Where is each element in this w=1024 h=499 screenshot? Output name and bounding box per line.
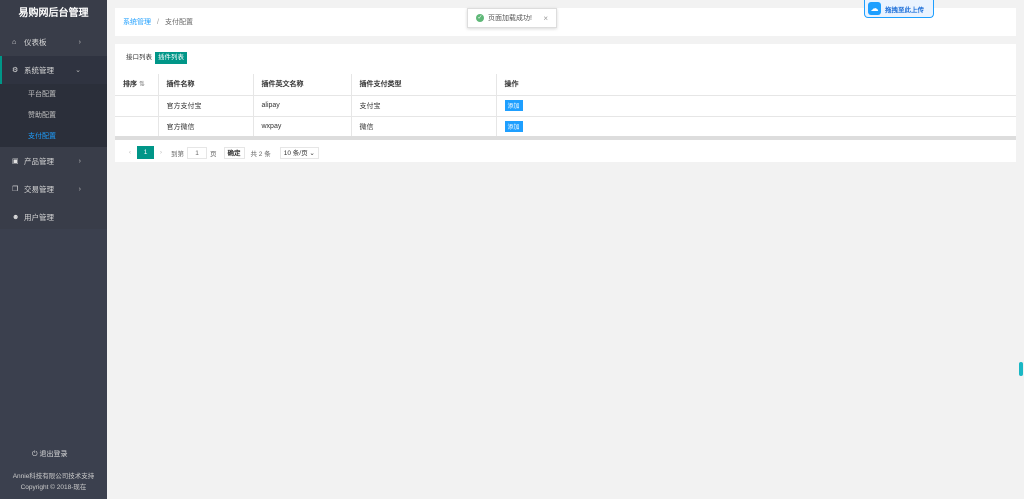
prev-page-icon[interactable]: ‹ [123,149,137,156]
users-icon: ☻ [12,213,20,221]
sidebar-item-system[interactable]: ⚙ 系统管理 ⌄ [0,56,107,84]
pagination: ‹ 1 › 到第 1 页 确定 共 2 条 10 条/页 ⌄ [123,146,319,159]
page-jump-input[interactable]: 1 [187,146,207,159]
sidebar-item-product[interactable]: ▣ 产品管理 › [0,147,107,175]
sidebar-item-label: 用户管理 [24,212,54,222]
cell-pay-type: 支付宝 [350,95,496,117]
page-size-select[interactable]: 10 条/页 ⌄ [279,146,319,159]
chevron-right-icon: › [78,38,81,46]
sort-arrows-icon[interactable]: ⇅ [139,81,145,88]
chevron-down-icon: ⌄ [309,149,315,157]
side-drawer-handle[interactable] [1019,362,1023,376]
sidebar-item-label: 仪表板 [24,37,47,47]
upload-label: 拖拽至此上传 [885,6,924,14]
tab-interface-list[interactable]: 接口列表 [123,52,155,64]
add-button[interactable]: 添加 [504,121,523,132]
submenu-item-sponsor[interactable]: 赞助配置 [0,105,107,126]
add-button[interactable]: 添加 [504,100,523,111]
chevron-down-icon: ⌄ [75,67,81,74]
gear-icon: ⚙ [12,67,19,74]
table-row: 官方支付宝 alipay 支付宝 添加 [115,95,1016,117]
page-number-current[interactable]: 1 [137,146,154,159]
cell-action: 添加 [495,95,1016,117]
home-icon: ⌂ [12,38,17,46]
logout-label: 退出登录 [39,451,68,458]
breadcrumb-separator: / [157,18,159,26]
sidebar-item-trade[interactable]: ❐ 交易管理 › [0,175,107,203]
submenu-item-payment[interactable]: 支付配置 [0,126,107,147]
table-row: 官方微信 wxpay 微信 添加 [115,116,1016,138]
cell-action: 添加 [495,116,1016,138]
brand-title: 易购网后台管理 [0,0,107,28]
cell-name: 官方支付宝 [157,95,253,117]
copyright-text: Copyright © 2018-现在 [20,484,87,491]
sidebar-footer: ⏻ 退出登录 Annie科技有限公司技术支持 Copyright © 2018-… [0,229,107,499]
plugin-card: 接口列表 插件列表 排序 ⇅ 插件名称 插件英文名称 插件支付类型 操作 官方支… [115,44,1016,162]
chevron-right-icon: › [78,157,81,165]
goto-label: 到第 [171,150,184,158]
cell-pay-type: 微信 [350,116,496,138]
cloud-upload-icon: ☁ [868,2,881,15]
name-column-header: 插件名称 [157,74,253,96]
success-toast: ✓ 页面加载成功! × [467,8,557,28]
page-unit-label: 页 [210,150,217,158]
table-header-row: 排序 ⇅ 插件名称 插件英文名称 插件支付类型 操作 [115,74,1016,96]
sidebar-item-label: 产品管理 [24,156,54,166]
sidebar-item-dashboard[interactable]: ⌂ 仪表板 › [0,28,107,56]
page-size-value: 10 条/页 [283,149,308,157]
close-icon[interactable]: × [543,14,548,23]
tab-plugin-list[interactable]: 插件列表 [155,52,187,64]
copy-icon: ❐ [12,186,19,193]
product-icon: ▣ [12,158,19,165]
next-page-icon[interactable]: › [154,149,168,156]
cell-en-name: wxpay [252,116,351,138]
drag-upload-button[interactable]: ☁ 拖拽至此上传 [864,0,934,18]
sort-header-label: 排序 [123,81,137,89]
chevron-right-icon: › [78,185,81,193]
en-name-column-header: 插件英文名称 [252,74,351,96]
total-count: 共 2 条 [250,150,271,158]
tab-bar: 接口列表 插件列表 [123,52,187,64]
pay-type-column-header: 插件支付类型 [350,74,496,96]
toast-message: 页面加载成功! [488,15,532,22]
breadcrumb-parent[interactable]: 系统管理 [123,17,151,27]
sidebar-item-users[interactable]: ☻ 用户管理 [0,203,107,231]
cell-sort [115,95,158,117]
logout-button[interactable]: ⏻ 退出登录 [32,449,67,459]
sort-column-header[interactable]: 排序 ⇅ [115,74,158,96]
sidebar: 易购网后台管理 ⌂ 仪表板 › ⚙ 系统管理 ⌄ 平台配置 赞助配置 支付配置 … [0,0,107,499]
sidebar-item-label: 交易管理 [24,184,54,194]
horizontal-scrollbar[interactable] [115,136,1016,140]
cell-en-name: alipay [252,95,351,117]
check-circle-icon: ✓ [476,14,484,22]
breadcrumb-current: 支付配置 [164,19,193,26]
system-submenu: 平台配置 赞助配置 支付配置 [0,84,107,147]
support-text: Annie科技有限公司技术支持 [12,473,95,480]
submenu-item-platform[interactable]: 平台配置 [0,84,107,105]
confirm-jump-button[interactable]: 确定 [223,146,245,159]
cell-sort [115,116,158,138]
sidebar-item-label: 系统管理 [24,65,54,75]
cell-name: 官方微信 [157,116,253,138]
action-column-header: 操作 [495,74,1016,96]
plugin-table: 排序 ⇅ 插件名称 插件英文名称 插件支付类型 操作 官方支付宝 alipay … [115,74,1016,138]
